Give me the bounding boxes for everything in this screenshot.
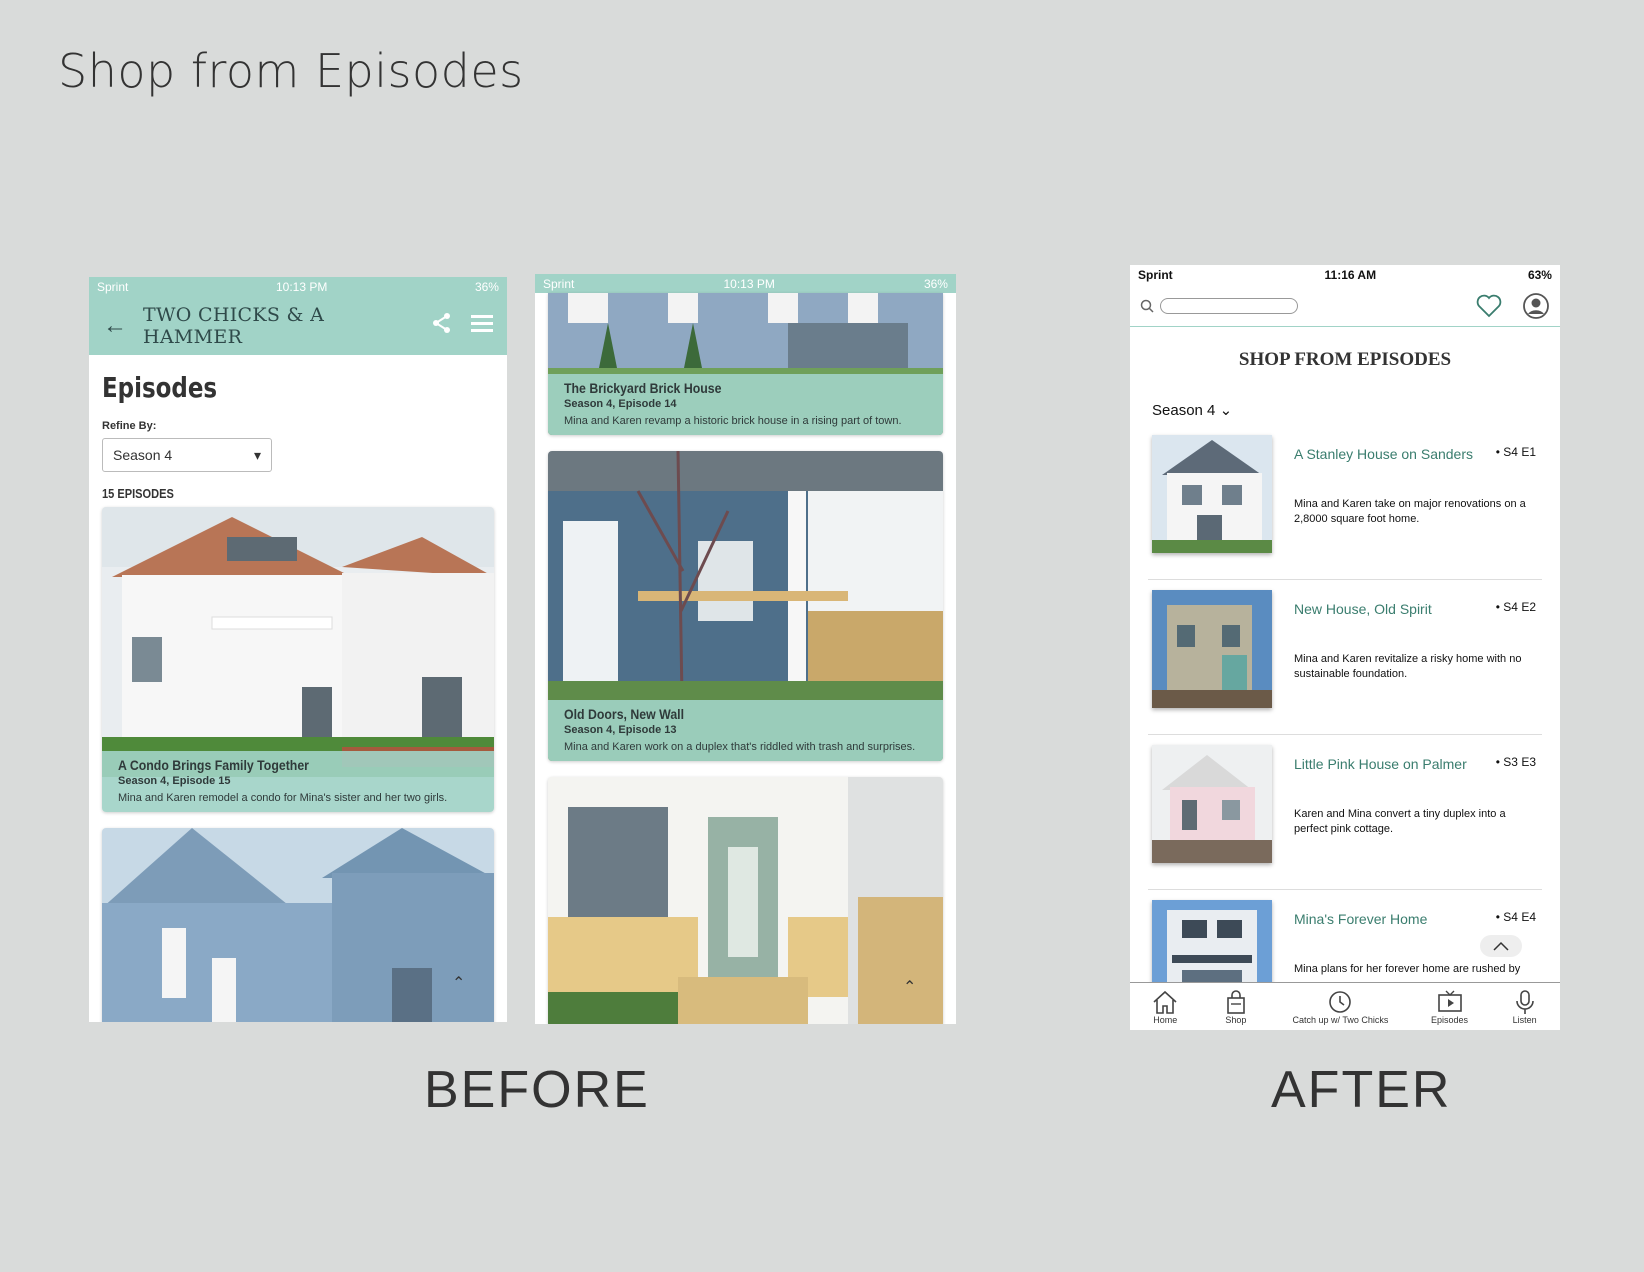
brand-logo: TWO CHICKS & A HAMMER <box>143 304 325 348</box>
tab-label: Home <box>1153 1014 1178 1025</box>
episode-description: Mina plans for her forever home are rush… <box>1294 963 1521 975</box>
tab-label: Listen <box>1512 1014 1537 1025</box>
status-bar: Sprint 10:13 PM 36% <box>535 274 956 293</box>
episode-thumbnail <box>1152 590 1272 708</box>
episode-code: • S3 E3 <box>1495 755 1536 769</box>
card-title: Old Doors, New Wall <box>564 705 685 722</box>
clock: 10:13 PM <box>275 280 328 294</box>
battery: 63% <box>1527 268 1552 282</box>
episode-card[interactable]: The Brickyard Brick House Season 4, Epis… <box>548 293 943 435</box>
back-arrow-icon[interactable]: ← <box>103 312 143 340</box>
season-dropdown[interactable]: Season 4 ⌄ <box>1152 401 1560 419</box>
dropdown-arrow-icon: ▾ <box>253 446 261 463</box>
carrier: Sprint <box>97 280 129 294</box>
status-bar: Sprint 10:13 PM 36% <box>89 277 507 297</box>
menu-icon[interactable] <box>471 313 493 339</box>
clock: 11:16 AM <box>1324 268 1377 282</box>
episode-name[interactable]: Mina's Forever Home <box>1294 910 1494 928</box>
after-label: AFTER <box>1271 1061 1452 1119</box>
shop-title: SHOP FROM EPISODES <box>1238 349 1452 370</box>
card-subtitle: Season 4, Episode 13 <box>564 723 677 736</box>
episode-description: Mina and Karen revitalize a risky home w… <box>1294 653 1522 680</box>
episode-card[interactable]: A Condo Brings Family Together Season 4,… <box>102 507 494 812</box>
search-icon <box>1140 299 1154 313</box>
heart-icon[interactable] <box>1476 294 1502 318</box>
episode-code: • S4 E1 <box>1495 445 1536 459</box>
card-description: Mina and Karen revamp a historic brick h… <box>564 414 902 427</box>
card-description: Mina and Karen work on a duplex that's r… <box>564 740 916 753</box>
carrier: Sprint <box>1138 268 1173 282</box>
episode-thumbnail <box>1152 745 1272 863</box>
shopping-bag-icon <box>1227 989 1245 1014</box>
list-item[interactable]: A Stanley House on Sanders • S4 E1 Mina … <box>1148 425 1542 580</box>
tab-label: Episodes <box>1431 1014 1469 1025</box>
season-value: Season 4 <box>1152 402 1216 419</box>
card-title: The Brickyard Brick House <box>564 379 722 396</box>
tv-play-icon <box>1437 990 1462 1012</box>
card-subtitle: Season 4, Episode 14 <box>564 397 677 410</box>
episode-card[interactable]: ⌃ <box>102 828 494 1022</box>
tab-label: Shop <box>1225 1014 1247 1025</box>
microphone-icon <box>1515 989 1534 1014</box>
share-icon[interactable] <box>431 312 453 340</box>
tab-label: Catch up w/ Two Chicks <box>1292 1014 1389 1025</box>
before-phone-episodes-scrolled: Sprint 10:13 PM 36% The Brickyard Brick … <box>535 274 956 1024</box>
chevron-down-icon: ⌄ <box>1219 402 1233 419</box>
card-description: Mina and Karen remodel a condo for Mina'… <box>118 791 448 804</box>
tab-catch-up[interactable]: Catch up w/ Two Chicks <box>1292 989 1389 1025</box>
episodes-heading: Episodes <box>102 371 218 404</box>
tab-episodes[interactable]: Episodes <box>1431 989 1468 1025</box>
episode-count: 15 EPISODES <box>102 486 174 501</box>
history-clock-icon <box>1329 990 1352 1013</box>
search-input[interactable] <box>1160 297 1298 314</box>
episode-thumbnail <box>1152 435 1272 553</box>
house-photo: ⌃ <box>102 828 494 1022</box>
svg-text:⌃: ⌃ <box>903 979 916 996</box>
episode-description: Mina and Karen take on major renovations… <box>1294 498 1526 525</box>
episode-name[interactable]: A Stanley House on Sanders <box>1294 445 1494 463</box>
card-title: A Condo Brings Family Together <box>118 756 309 773</box>
scroll-to-top-button[interactable] <box>1480 935 1522 957</box>
list-item[interactable]: Little Pink House on Palmer • S3 E3 Kare… <box>1148 735 1542 890</box>
svg-text:⌃: ⌃ <box>452 975 465 992</box>
tab-home[interactable]: Home <box>1151 989 1179 1025</box>
carrier: Sprint <box>543 276 575 291</box>
episode-card[interactable]: ⌃ <box>548 777 943 1024</box>
search-bar <box>1130 285 1560 327</box>
episode-code: • S4 E4 <box>1495 910 1536 924</box>
profile-icon[interactable] <box>1522 292 1550 320</box>
episode-name[interactable]: Little Pink House on Palmer <box>1294 755 1494 773</box>
bottom-tab-bar: Home Shop Catch up w/ Two Chicks Episode… <box>1130 982 1560 1030</box>
before-label: BEFORE <box>424 1061 650 1119</box>
season-value: Season 4 <box>113 447 173 463</box>
refine-label: Refine By: <box>102 420 157 432</box>
episode-name[interactable]: New House, Old Spirit <box>1294 600 1494 618</box>
chevron-up-icon <box>1493 941 1509 951</box>
page-title: Shop from Episodes <box>58 44 524 98</box>
season-dropdown[interactable]: Season 4 ▾ <box>102 438 272 472</box>
tab-shop[interactable]: Shop <box>1222 989 1250 1025</box>
house-photo: ⌃ <box>548 777 943 1024</box>
after-phone-shop-episodes: Sprint 11:16 AM 63% SHOP FROM EPISODES S… <box>1130 265 1560 1030</box>
before-phone-episodes: Sprint 10:13 PM 36% ← TWO CHICKS & A HAM… <box>89 277 507 1022</box>
app-header: ← TWO CHICKS & A HAMMER <box>89 297 507 355</box>
battery: 36% <box>474 280 499 294</box>
home-icon <box>1153 990 1177 1014</box>
episode-card[interactable]: Old Doors, New Wall Season 4, Episode 13… <box>548 451 943 761</box>
list-item[interactable]: New House, Old Spirit • S4 E2 Mina and K… <box>1148 580 1542 735</box>
episode-description: Karen and Mina convert a tiny duplex int… <box>1294 808 1506 835</box>
episode-code: • S4 E2 <box>1495 600 1536 614</box>
card-subtitle: Season 4, Episode 15 <box>118 774 231 787</box>
status-bar: Sprint 11:16 AM 63% <box>1130 265 1560 285</box>
battery: 36% <box>923 276 948 291</box>
clock: 10:13 PM <box>723 276 775 291</box>
tab-listen[interactable]: Listen <box>1511 989 1539 1025</box>
